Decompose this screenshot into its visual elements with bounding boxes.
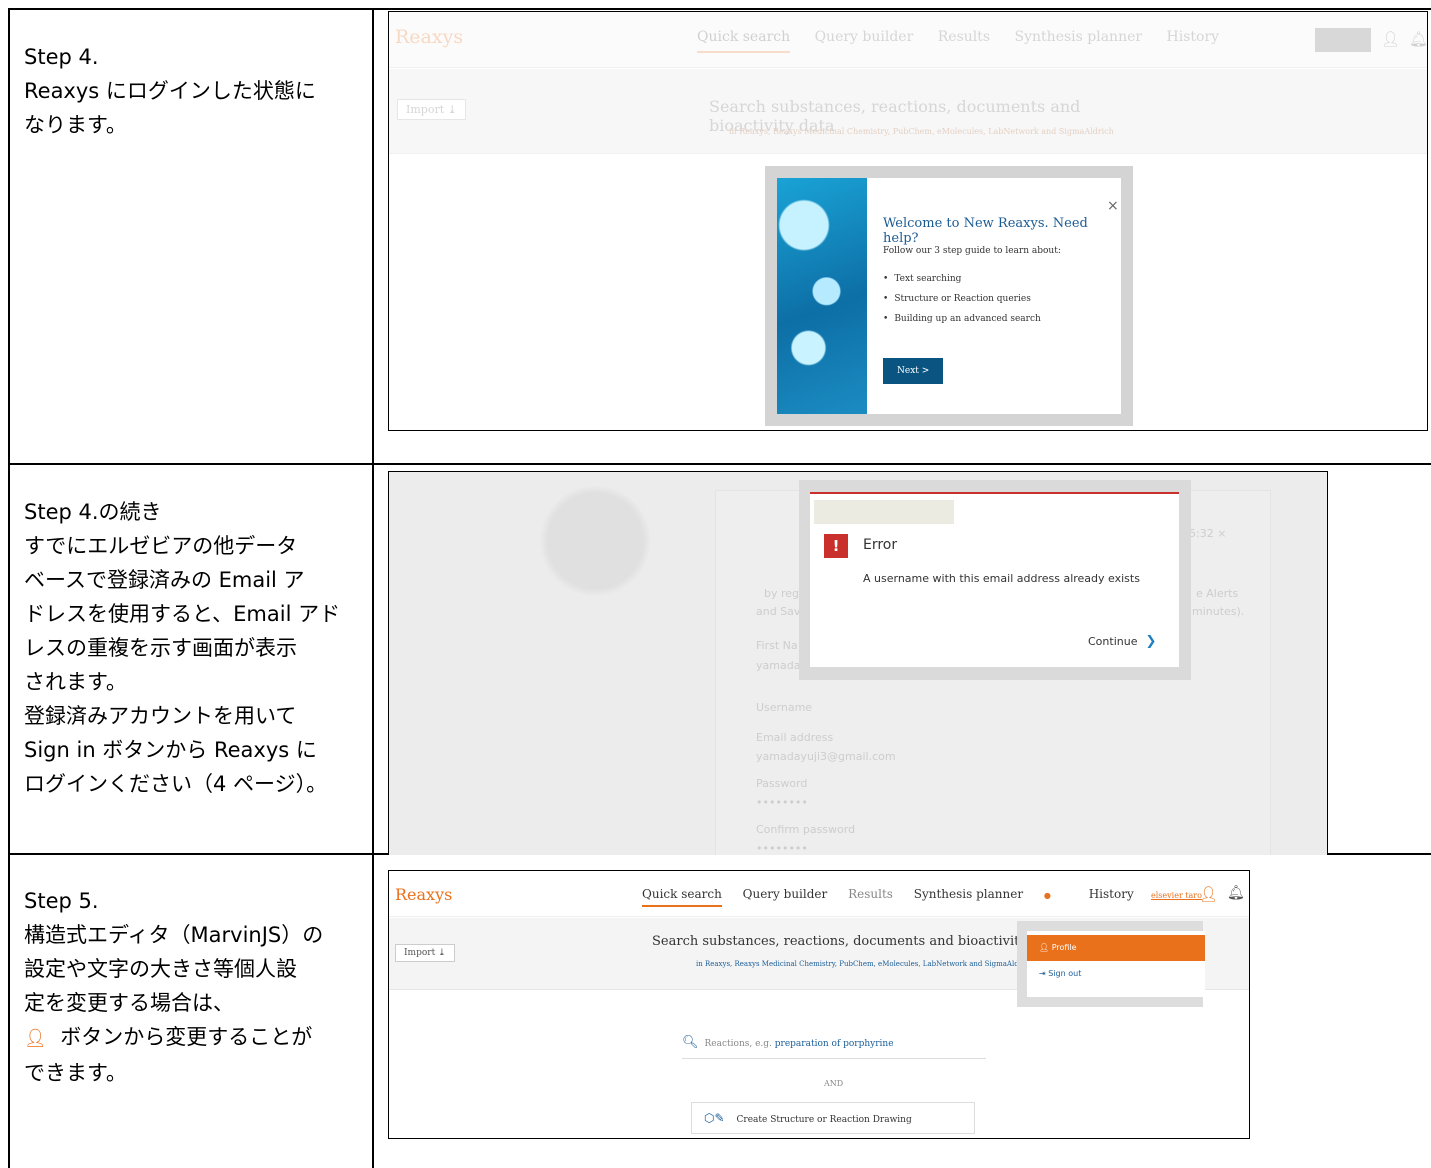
hero-title: Search substances, reactions, documents … (652, 934, 1060, 949)
form-label: Username (756, 701, 813, 714)
search-example-link[interactable]: preparation of porphyrine (775, 1039, 894, 1049)
form-value: •••••••• (756, 842, 808, 855)
description-line-with-icon: 👤︎ ボタンから変更することが (24, 1020, 364, 1056)
nav-tabs: Quick search Query builder Results Synth… (642, 887, 1151, 907)
screenshot-profile-menu: Reaxys Quick search Query builder Result… (388, 870, 1250, 1139)
table-row-divider (8, 463, 1431, 465)
close-icon[interactable]: × (1107, 198, 1119, 214)
molecule-image (777, 178, 867, 414)
drawing-label: Create Structure or Reaction Drawing (736, 1115, 912, 1125)
welcome-modal: × Welcome to New Reaxys. Need help? Foll… (777, 178, 1121, 414)
description-line: 定を変更する場合は、 (24, 991, 234, 1015)
table-border-left (8, 8, 10, 1168)
tab-synthesis-planner[interactable]: Synthesis planner ● (914, 887, 1068, 901)
modal-heading: Welcome to New Reaxys. Need help? (883, 216, 1088, 246)
form-text: e Alerts (1196, 587, 1239, 600)
person-icon: 👤︎ (24, 1028, 47, 1049)
next-button[interactable]: Next > (883, 358, 944, 384)
row3-description: Step 5. 構造式エディタ（MarvinJS）の 設定や文字の大きさ等個人設… (24, 884, 364, 1090)
step-label: Step 5. (24, 889, 99, 913)
form-text: minutes). (1192, 605, 1245, 618)
menu-item-signout[interactable]: ⇥ Sign out (1039, 969, 1081, 978)
form-label: Password (756, 777, 808, 790)
import-button[interactable]: Import ⤓ (395, 944, 455, 962)
description-line: ログインください（4 ページ）。 (24, 772, 328, 796)
search-icon: 🔍︎ (682, 1035, 699, 1050)
drawing-icon: ⬡✎ (704, 1111, 725, 1125)
form-label: First Na (756, 639, 798, 652)
tab-history[interactable]: History (1089, 887, 1134, 901)
description-line: なります。 (24, 113, 127, 137)
reaxys-logo: Reaxys (395, 885, 453, 904)
bell-icon[interactable]: 🔔︎ (1227, 885, 1245, 901)
guide-list: Text searching Structure or Reaction que… (883, 274, 1041, 334)
and-label: AND (824, 1079, 844, 1088)
list-item: Building up an advanced search (883, 314, 1040, 324)
search-input[interactable]: 🔍︎ Reactions, e.g. preparation of porphyr… (682, 1035, 986, 1059)
description-line: レスの重複を示す画面が表示 (24, 636, 297, 660)
form-label: Confirm password (756, 823, 856, 836)
description-line: ベースで登録済みの Email ア (24, 568, 305, 592)
step-label: Step 4.の続き (24, 500, 162, 524)
description-line: Sign in ボタンから Reaxys に (24, 738, 317, 762)
tab-label: Synthesis planner (913, 887, 1024, 901)
form-text: by regi (764, 587, 803, 600)
tab-quick-search[interactable]: Quick search (642, 887, 722, 907)
screenshot-error: by regi and Save First Na yamada Usernam… (388, 471, 1328, 855)
error-dialog: ! Error A username with this email addre… (810, 492, 1179, 667)
user-dropdown-menu: 👤︎ Profile ⇥ Sign out (1027, 931, 1205, 997)
import-label: Import (404, 948, 436, 958)
table-column-divider (372, 8, 374, 1168)
list-item: Text searching (883, 274, 1041, 284)
description-line: すでにエルゼビアの他データ (24, 534, 298, 558)
description-line: されます。 (24, 670, 127, 694)
description-line: ドレスを使用すると、Email アド (24, 602, 341, 626)
tab-query-builder[interactable]: Query builder (743, 887, 828, 901)
form-value: yamada (756, 659, 801, 672)
row1-description: Step 4. Reaxys にログインした状態に なります。 (24, 40, 364, 142)
step-label: Step 4. (24, 45, 99, 69)
profile-label: Profile (1051, 943, 1077, 952)
continue-label: Continue (1088, 635, 1138, 648)
top-nav: Reaxys Quick search Query builder Result… (389, 871, 1249, 917)
error-title: Error (863, 537, 898, 553)
error-icon: ! (824, 534, 848, 558)
modal-intro: Follow our 3 step guide to learn about: (883, 246, 1061, 256)
indicator-dot: ● (1043, 891, 1051, 900)
redacted-bar (814, 500, 954, 524)
search-placeholder: Reactions, e.g. (704, 1039, 772, 1049)
username-link[interactable]: elsevier taro (1151, 891, 1202, 900)
form-value: yamadayuji3@gmail.com (756, 750, 896, 763)
icon-line-text: ボタンから変更することが (60, 1025, 313, 1049)
description-line: 登録済みアカウントを用いて (24, 704, 297, 728)
user-icon[interactable]: 👤︎ (1199, 885, 1218, 903)
row2-description: Step 4.の続き すでにエルゼビアの他データ ベースで登録済みの Email… (24, 495, 364, 801)
chevron-right-icon: ❯ (1145, 634, 1157, 649)
hero-subtitle: in Reaxys, Reaxys Medicinal Chemistry, P… (696, 960, 1033, 968)
form-label: Email address (756, 731, 834, 744)
table-border-top (8, 8, 1431, 10)
tab-results[interactable]: Results (848, 887, 893, 901)
screenshot-welcome: Reaxys Quick search Query builder Result… (388, 11, 1428, 431)
list-item: Structure or Reaction queries (883, 294, 1041, 304)
description-line: Reaxys にログインした状態に (24, 79, 316, 103)
menu-item-profile[interactable]: 👤︎ Profile (1027, 935, 1205, 961)
description-line: 構造式エディタ（MarvinJS）の (24, 923, 324, 947)
description-line: 設定や文字の大きさ等個人設 (24, 957, 297, 981)
description-line: できます。 (24, 1061, 127, 1085)
signout-label: Sign out (1048, 969, 1082, 978)
continue-button[interactable]: Continue ❯ (1088, 634, 1156, 649)
error-message: A username with this email address alrea… (863, 572, 1140, 585)
form-value: •••••••• (756, 796, 808, 809)
create-drawing-button[interactable]: ⬡✎ Create Structure or Reaction Drawing (691, 1102, 975, 1134)
